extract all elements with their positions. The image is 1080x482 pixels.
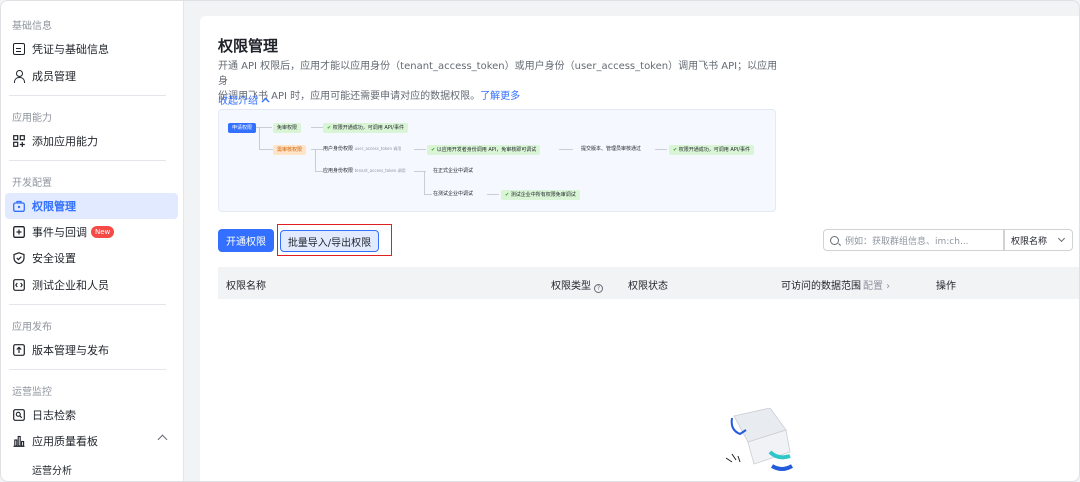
search-input[interactable]: 例如：获取群组信息、im:ch... — [823, 229, 1005, 251]
section-title-monitoring: 运营监控 — [12, 387, 52, 398]
app-window: 基础信息 凭证与基础信息 成员管理 应用能力 添加应用能力 开发配置 权限管理 — [0, 0, 1080, 482]
sidebar-item-test-tenants[interactable]: 测试企业和人员 — [5, 272, 178, 298]
sidebar-item-quality-board[interactable]: 应用质量看板 — [5, 428, 178, 454]
learn-more-link[interactable]: 了解更多 — [480, 91, 520, 102]
section-title-basic: 基础信息 — [12, 21, 52, 32]
flow-node-need-review: 需审核权限 — [273, 145, 307, 155]
flow-node-test: 在测试企业中调试 — [433, 191, 474, 197]
chevron-down-icon — [1057, 234, 1066, 243]
log-search-icon — [13, 409, 25, 421]
divider — [9, 95, 166, 96]
search-placeholder: 例如：获取群组信息、im:ch... — [845, 236, 969, 247]
sidebar-item-add-capability[interactable]: 添加应用能力 — [5, 128, 178, 154]
sidebar-item-versions[interactable]: 版本管理与发布 — [5, 337, 178, 363]
shield-icon — [13, 252, 25, 265]
upload-icon — [13, 344, 25, 356]
sidebar-item-label: 成员管理 — [32, 70, 76, 83]
chevron-up-icon — [261, 97, 270, 103]
permission-flow-diagram: 申请权限 免审权限 ✔ 权限开通成功，可调用 API/事件 需审核权限 用户身份… — [218, 109, 776, 212]
sidebar-item-label: 凭证与基础信息 — [32, 43, 109, 56]
code-icon — [13, 279, 25, 291]
sidebar-item-label: 事件与回调 — [32, 226, 87, 239]
section-title-dev-config: 开发配置 — [12, 178, 52, 189]
credential-card-icon — [13, 43, 25, 55]
sidebar-item-label: 权限管理 — [32, 200, 76, 213]
sidebar-item-logs[interactable]: 日志检索 — [5, 402, 178, 428]
description-line: 开通 API 权限后，应用才能以应用身份（tenant_access_token… — [218, 61, 778, 87]
collapse-label: 收起介绍 — [218, 96, 258, 107]
sidebar-item-events[interactable]: 事件与回调 New — [5, 219, 178, 245]
new-badge: New — [91, 226, 115, 238]
collapse-intro-toggle[interactable]: 收起介绍 — [218, 92, 270, 107]
column-header-action: 操作 — [936, 281, 956, 292]
batch-import-export-button[interactable]: 批量导入/导出权限 — [280, 230, 379, 252]
main-content: 权限管理 开通 API 权限后，应用才能以应用身份（tenant_access_… — [200, 16, 1079, 481]
section-title-release: 应用发布 — [12, 322, 52, 333]
sidebar-item-security[interactable]: 安全设置 — [5, 245, 178, 271]
divider — [9, 369, 166, 370]
divider — [9, 304, 166, 305]
open-permission-button[interactable]: 开通权限 — [218, 229, 274, 252]
divider — [9, 160, 166, 161]
flow-node-user-perm: 用户身份权限 user_access_token 调用 — [323, 146, 402, 152]
flow-node-success-2: ✔ 权限开通成功，可调用 API/事件 — [669, 145, 754, 155]
empty-state-illustration — [725, 408, 794, 471]
search-icon — [830, 235, 839, 245]
column-header-name: 权限名称 — [226, 281, 266, 292]
chevron-up-icon[interactable] — [157, 434, 168, 445]
search-field-select[interactable]: 权限名称 — [1003, 229, 1073, 251]
sidebar: 基础信息 凭证与基础信息 成员管理 应用能力 添加应用能力 开发配置 权限管理 — [1, 1, 184, 481]
description: 开通 API 权限后，应用才能以应用身份（tenant_access_token… — [218, 59, 778, 104]
sidebar-item-label: 日志检索 — [32, 409, 76, 422]
sidebar-item-permissions[interactable]: 权限管理 — [5, 193, 178, 219]
sidebar-item-label: 版本管理与发布 — [32, 344, 109, 357]
permission-icon — [13, 200, 25, 212]
chart-icon — [13, 435, 25, 447]
flow-node-success: ✔ 权限开通成功，可调用 API/事件 — [323, 123, 408, 133]
help-icon[interactable]: ? — [594, 284, 603, 293]
sidebar-subitem-analytics[interactable]: 运营分析 — [32, 462, 72, 477]
sidebar-item-credentials[interactable]: 凭证与基础信息 — [5, 36, 178, 62]
event-icon — [13, 226, 25, 238]
sidebar-item-members[interactable]: 成员管理 — [5, 63, 178, 89]
table-header: 权限名称 权限类型? 权限状态 可访问的数据范围 配置 › 操作 — [218, 267, 1079, 299]
flow-node-app-perm: 应用身份权限 tenant_access_token 调用 — [323, 168, 406, 174]
column-header-scope: 可访问的数据范围 配置 › — [781, 281, 891, 292]
flow-node-apply: 申请权限 — [228, 123, 257, 133]
flow-node-submit: 提交版本、管理员审核通过 — [581, 146, 642, 152]
section-title-capability: 应用能力 — [12, 113, 52, 124]
column-header-type: 权限类型? — [551, 277, 603, 293]
flow-node-test-free: ✔ 测试企业中所有权限免审调试 — [501, 190, 580, 200]
sidebar-item-label: 测试企业和人员 — [32, 279, 109, 292]
page-title: 权限管理 — [218, 37, 279, 55]
sidebar-item-label: 应用质量看板 — [32, 435, 98, 448]
sidebar-item-label: 安全设置 — [32, 252, 76, 265]
config-link[interactable]: 配置 › — [863, 281, 890, 292]
member-icon — [13, 70, 25, 83]
sidebar-item-label: 添加应用能力 — [32, 135, 98, 148]
flow-node-formal: 在正式企业中调试 — [433, 168, 474, 174]
add-capability-icon — [13, 135, 25, 147]
flow-node-no-review: 免审权限 — [273, 123, 302, 133]
column-header-status: 权限状态 — [628, 281, 668, 292]
flow-node-dev-identity: ✔ 以应用开发者身份调用 API，免审核即可调试 — [427, 145, 541, 155]
select-value: 权限名称 — [1011, 236, 1048, 247]
